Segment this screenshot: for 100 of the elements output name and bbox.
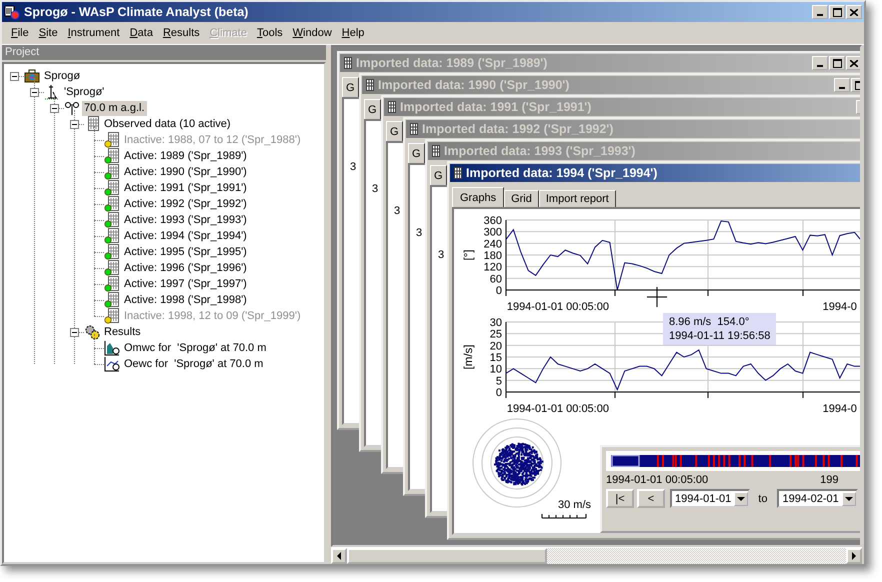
- first-button[interactable]: |<: [606, 489, 634, 508]
- window-title: Imported data: 1989 ('Spr_1989'): [356, 56, 548, 70]
- window-title: Sprogø - WAsP Climate Analyst (beta): [24, 5, 250, 19]
- expand-toggle[interactable]: [50, 104, 59, 112]
- close-button[interactable]: [846, 56, 860, 70]
- app-icon: [4, 4, 20, 20]
- window-title: Imported data: 1992 ('Spr_1992'): [422, 122, 614, 136]
- grid-icon: [366, 79, 374, 91]
- tick-label: 15: [490, 352, 502, 364]
- data-sheet-icon: [104, 196, 120, 212]
- expand-toggle[interactable]: [10, 72, 19, 80]
- scroll-right-button[interactable]: [846, 548, 862, 564]
- maximize-button[interactable]: [829, 5, 845, 19]
- scale-bar-icon: [542, 514, 586, 518]
- wind-scatter-drawing: [494, 442, 544, 486]
- tick-label: 360: [484, 215, 502, 227]
- tab[interactable]: G: [430, 165, 447, 185]
- tick-label: 180: [484, 250, 502, 262]
- tree-item[interactable]: Active: 1996 ('Spr_1996'): [122, 260, 249, 276]
- menu-item[interactable]: Help: [336, 27, 370, 39]
- tab[interactable]: G: [342, 77, 359, 97]
- data-sheet-icon: [104, 244, 120, 260]
- menu-item[interactable]: Tools: [252, 27, 288, 39]
- scroll-thumb[interactable]: [347, 548, 547, 564]
- tree-item[interactable]: Active: 1994 ('Spr_1994'): [122, 228, 249, 244]
- window-title: Imported data: 1993 ('Spr_1993'): [444, 144, 636, 158]
- data-sheet-icon: [104, 132, 120, 148]
- tree-item[interactable]: Active: 1998 ('Spr_1998'): [122, 292, 249, 308]
- window-title: Imported data: 1991 ('Spr_1991'): [400, 100, 592, 114]
- tick-label: 0: [496, 285, 502, 297]
- expand-toggle[interactable]: [70, 328, 79, 336]
- timeline-bar[interactable]: [611, 455, 860, 467]
- date-dropdown[interactable]: 1994-02-01: [777, 489, 858, 508]
- data-sheet-icon: [104, 260, 120, 276]
- window-title: Imported data: 1990 ('Spr_1990'): [378, 78, 570, 92]
- tab[interactable]: Import report: [538, 190, 616, 207]
- tick-label: 10: [490, 364, 502, 376]
- grid-icon: [454, 167, 462, 179]
- data-sheet-icon: [104, 276, 120, 292]
- tab[interactable]: G: [408, 143, 425, 163]
- close-button[interactable]: [846, 5, 862, 19]
- crosshair-icon: [646, 286, 668, 308]
- tab[interactable]: G: [386, 121, 403, 141]
- menu-item[interactable]: Data: [124, 27, 158, 39]
- tree-item[interactable]: Active: 1991 ('Spr_1991'): [122, 180, 249, 196]
- menu-item[interactable]: Site: [34, 27, 63, 39]
- expand-toggle[interactable]: [70, 120, 79, 128]
- menu-item[interactable]: Window: [288, 27, 337, 39]
- minimize-button[interactable]: [812, 5, 828, 19]
- tick-label: 3: [416, 227, 422, 239]
- tree-item[interactable]: Observed data (10 active): [102, 116, 233, 132]
- data-sheet-icon: [104, 212, 120, 228]
- tree-item[interactable]: Active: 1995 ('Spr_1995'): [122, 244, 249, 260]
- mast-site-icon: [44, 84, 60, 100]
- tree-item[interactable]: Oewc for 'Sprogø' at 70.0 m: [122, 356, 266, 372]
- briefcase-icon: [24, 68, 40, 84]
- tree-item[interactable]: Active: 1989 ('Spr_1989'): [122, 148, 249, 164]
- menu-item[interactable]: Instrument: [62, 27, 125, 39]
- maximize-button[interactable]: [829, 56, 845, 70]
- menu-item[interactable]: Results: [158, 27, 205, 39]
- tick-label: 5: [496, 375, 502, 388]
- panel-header: Project: [2, 45, 326, 60]
- axis-title: [°]: [463, 250, 475, 260]
- minimize-button[interactable]: [812, 56, 828, 70]
- tree-item[interactable]: Results: [102, 324, 143, 340]
- tree-item[interactable]: Active: 1993 ('Spr_1993'): [122, 212, 249, 228]
- grid-icon: [432, 145, 440, 157]
- window-title-bar[interactable]: Imported data: 1994 ('Spr_1994'): [450, 164, 860, 182]
- tab[interactable]: Grid: [504, 190, 539, 207]
- date-dropdown[interactable]: 1994-01-01: [670, 489, 750, 508]
- horizontal-scrollbar[interactable]: [331, 547, 862, 564]
- scroll-left-button[interactable]: [331, 548, 347, 564]
- tree-item[interactable]: 'Sprogø': [62, 84, 106, 100]
- menu-item[interactable]: File: [6, 27, 34, 39]
- grid-icon: [344, 57, 352, 69]
- tree-item[interactable]: Active: 1997 ('Spr_1997'): [122, 276, 249, 292]
- tree-item[interactable]: Active: 1990 ('Spr_1990'): [122, 164, 249, 180]
- time-label: 1994-01-01 00:05:00: [506, 403, 609, 415]
- tick-label: 120: [484, 262, 502, 274]
- tree-item[interactable]: Active: 1992 ('Spr_1992'): [122, 196, 249, 212]
- tab[interactable]: Graphs: [452, 187, 504, 207]
- tick-label: 30: [490, 317, 502, 329]
- data-sheet-icon: [104, 164, 120, 180]
- tree-item[interactable]: Sprogø: [42, 68, 82, 84]
- close-icon: [850, 8, 858, 16]
- previous-button[interactable]: <: [637, 489, 665, 508]
- window-title: Imported data: 1994 ('Spr_1994'): [466, 166, 658, 180]
- expand-toggle[interactable]: [30, 88, 39, 96]
- tick-label: 3: [438, 249, 444, 261]
- data-sheet-icon: [104, 180, 120, 196]
- tree-item[interactable]: 70.0 m a.g.l.: [82, 100, 147, 116]
- timeline-start-label: 1994-01-01 00:05:00: [606, 474, 708, 486]
- minimize-button[interactable]: [834, 78, 850, 92]
- tree-item[interactable]: Omwc for 'Sprogø' at 70.0 m: [122, 340, 268, 356]
- time-label: 1994-01-01 00:05:00: [506, 301, 609, 313]
- tab[interactable]: G: [364, 99, 381, 119]
- data-sheet-icon: [104, 292, 120, 308]
- tooltip-text: 1994-01-11 19:56:58: [669, 329, 770, 343]
- axis-title: [m/s]: [463, 344, 475, 370]
- data-sheet-icon: [104, 228, 120, 244]
